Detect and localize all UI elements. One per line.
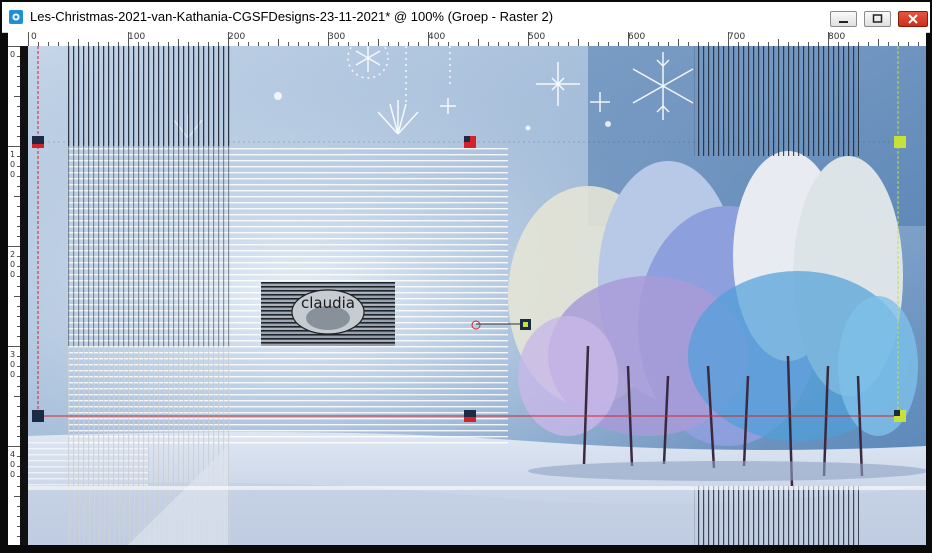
ruler-label: 300: [328, 32, 346, 42]
ruler-label: 400: [428, 32, 446, 42]
window-title: Les-Christmas-2021-van-Kathania-CGSFDesi…: [30, 9, 554, 24]
ruler-label-text: 200: [10, 250, 16, 279]
ruler-label: 0: [31, 32, 37, 42]
ruler-label: 600: [628, 32, 646, 42]
close-icon: [908, 14, 918, 24]
ruler-ticks: [28, 32, 919, 46]
minimize-button[interactable]: [830, 11, 857, 27]
maximize-button[interactable]: [864, 11, 891, 27]
watermark: claudia: [261, 282, 395, 346]
ruler-label: 500: [528, 32, 546, 42]
close-button[interactable]: [898, 11, 928, 27]
canvas-artwork: claudia: [28, 46, 926, 545]
ruler-label-text: 100: [10, 150, 16, 179]
ruler-label: 100: [128, 32, 146, 42]
ruler-label: 400: [10, 450, 15, 480]
ruler-corner: [8, 32, 28, 46]
ruler-label: 800: [828, 32, 846, 42]
canvas-frame: [20, 46, 28, 545]
ruler-label: 100: [10, 150, 15, 180]
selection-handle[interactable]: [32, 410, 44, 422]
application-window: Les-Christmas-2021-van-Kathania-CGSFDesi…: [0, 0, 932, 553]
watermark-text: claudia: [301, 294, 355, 312]
ruler-label: 0: [10, 50, 15, 60]
selection-handle[interactable]: [894, 136, 906, 148]
ruler-label-text: 0: [10, 50, 16, 59]
horizontal-ruler[interactable]: 0 100 200 300 400 500 600 700 800: [28, 32, 926, 47]
ruler-label: 200: [10, 250, 15, 280]
image-canvas[interactable]: claudia: [28, 46, 926, 545]
app-icon: [9, 10, 23, 24]
ruler-label-text: 300: [10, 350, 16, 379]
minimize-icon: [839, 21, 848, 23]
ruler-label: 300: [10, 350, 15, 380]
ruler-label: 200: [228, 32, 246, 42]
ruler-label: 700: [728, 32, 746, 42]
title-bar[interactable]: Les-Christmas-2021-van-Kathania-CGSFDesi…: [2, 2, 930, 33]
ruler-label-text: 400: [10, 450, 16, 479]
maximize-icon: [872, 14, 883, 23]
